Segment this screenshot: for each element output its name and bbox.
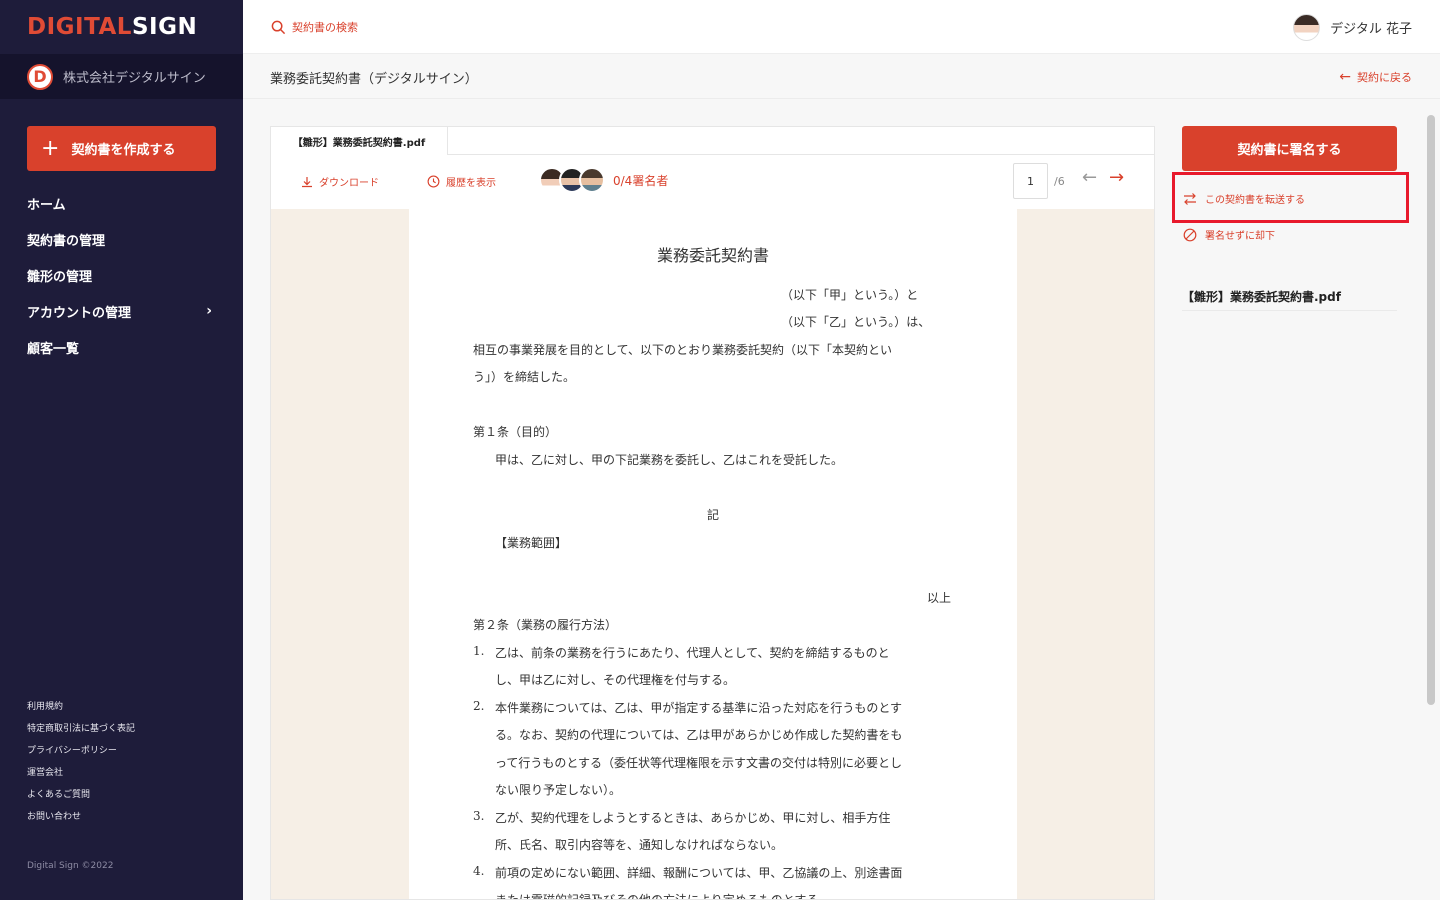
document-text: し、甲は乙に対し、その代理権を付与する。 xyxy=(495,673,736,687)
page-total: /6 xyxy=(1054,175,1065,188)
top-header: 契約書の検索 デジタル 花子 xyxy=(243,0,1440,54)
back-to-contract-link[interactable]: ← 契約に戻る xyxy=(1339,69,1412,85)
document-text: 甲は、乙に対し、甲の下記業務を委託し、乙はこれを受託した。 xyxy=(495,453,844,467)
document-heading: 第１条（目的） xyxy=(473,425,558,439)
download-label: ダウンロード xyxy=(319,178,379,189)
sidebar-item-home[interactable]: ホーム xyxy=(27,185,216,221)
company-badge-icon: D xyxy=(27,63,53,90)
clock-icon xyxy=(427,175,440,188)
document-text: る。なお、契約の代理については、乙は甲があらかじめ作成した契約書をも xyxy=(495,728,903,742)
footer-link-contact[interactable]: お問い合わせ xyxy=(27,810,135,832)
list-number: 3. xyxy=(473,809,485,823)
arrow-left-icon: ← xyxy=(1339,69,1351,85)
sidebar-item-label: 契約書の管理 xyxy=(27,233,106,249)
avatar xyxy=(1293,14,1321,41)
prohibited-icon xyxy=(1183,228,1197,241)
document-text: または電磁的記録及びその他の方法により定めるものとする。 xyxy=(495,893,831,900)
document-text: 本件業務については、乙は、甲が指定する基準に沿った対応を行うものとす xyxy=(495,701,903,715)
sidebar-item-label: ホーム xyxy=(27,197,66,213)
document-text: 前項の定めにない範囲、詳細、報酬については、甲、乙協議の上、別途書面 xyxy=(495,866,903,880)
document-toolbar: ダウンロード 履歴を表示 0/4署名者 /6 ← → xyxy=(271,155,1154,209)
footer-link-company[interactable]: 運営会社 xyxy=(27,766,135,788)
document-heading: 第２条（業務の履行方法） xyxy=(473,618,618,632)
forward-contract-button[interactable]: この契約書を転送する xyxy=(1183,191,1305,206)
transfer-icon xyxy=(1184,192,1196,205)
document-title: 業務委託契約書 xyxy=(657,246,770,265)
attached-file-item[interactable]: 【雛形】業務委託契約書.pdf xyxy=(1182,288,1397,311)
document-text: 乙は、前条の業務を行うにあたり、代理人として、契約を締結するものと xyxy=(495,646,890,660)
prev-page-arrow-icon[interactable]: ← xyxy=(1082,167,1097,188)
document-text: 記 xyxy=(707,508,720,522)
sidebar-nav: ホーム 契約書の管理 雛形の管理 アカウントの管理 › 顧客一覧 xyxy=(27,185,216,365)
sidebar-item-label: 雛形の管理 xyxy=(27,269,93,285)
user-name: デジタル 花子 xyxy=(1330,22,1412,37)
company-name: 株式会社デジタルサイン xyxy=(63,71,206,86)
document-subheader: 業務委託契約書（デジタルサイン） ← 契約に戻る xyxy=(243,54,1440,99)
list-number: 2. xyxy=(473,699,485,713)
footer-link-commerce-law[interactable]: 特定商取引法に基づく表記 xyxy=(27,722,135,744)
page-title: 業務委託契約書（デジタルサイン） xyxy=(270,72,478,87)
list-number: 1. xyxy=(473,644,485,658)
company-switcher[interactable]: D 株式会社デジタルサイン xyxy=(0,54,243,99)
document-text: （以下「甲」という。）と xyxy=(781,288,919,302)
contract-search-link[interactable]: 契約書の検索 xyxy=(271,19,358,35)
list-number: 4. xyxy=(473,864,485,878)
plus-icon: + xyxy=(41,135,60,161)
document-text: 乙が、契約代理をしようとするときは、あらかじめ、甲に対し、相手方住 xyxy=(495,811,891,825)
reject-contract-button[interactable]: 署名せずに却下 xyxy=(1183,227,1275,242)
history-label: 履歴を表示 xyxy=(446,178,496,189)
download-button[interactable]: ダウンロード xyxy=(301,174,379,189)
reject-label: 署名せずに却下 xyxy=(1205,231,1275,242)
footer-links: 利用規約 特定商取引法に基づく表記 プライバシーポリシー 運営会社 よくあるご質… xyxy=(27,700,135,832)
signers-count: 0/4署名者 xyxy=(613,173,669,188)
search-label: 契約書の検索 xyxy=(292,21,358,34)
tab-document[interactable]: 【雛形】業務委託契約書.pdf xyxy=(271,127,448,155)
document-text: （以下「乙」という。）は、 xyxy=(781,315,931,329)
forward-label: この契約書を転送する xyxy=(1205,195,1305,206)
footer-link-privacy[interactable]: プライバシーポリシー xyxy=(27,744,135,766)
copyright: Digital Sign ©2022 xyxy=(27,861,114,871)
page-scrollbar[interactable] xyxy=(1427,115,1435,705)
document-text: 所、氏名、取引内容等を、通知しなければならない。 xyxy=(495,838,784,852)
document-text: 相互の事業発展を目的として、以下のとおり業務委託契約（以下「本契約とい xyxy=(473,343,893,357)
document-text: って行うものとする（委任状等代理権限を示す文書の交付は特別に必要とし xyxy=(495,756,903,770)
footer-link-faq[interactable]: よくあるご質問 xyxy=(27,788,135,810)
document-text: 【業務範囲】 xyxy=(495,536,568,550)
history-button[interactable]: 履歴を表示 xyxy=(427,174,496,189)
signers-summary[interactable]: 0/4署名者 xyxy=(539,167,668,193)
document-text: ない限り予定しない）。 xyxy=(495,783,622,797)
sidebar-item-label: 顧客一覧 xyxy=(27,341,80,357)
footer-link-terms[interactable]: 利用規約 xyxy=(27,700,135,722)
sidebar-item-label: アカウントの管理 xyxy=(27,305,132,321)
sign-contract-button[interactable]: 契約書に署名する xyxy=(1182,126,1397,171)
avatar xyxy=(579,167,605,193)
document-canvas[interactable]: 業務委託契約書 （以下「甲」という。）と （以下「乙」という。）は、 相互の事業… xyxy=(271,209,1154,900)
next-page-arrow-icon[interactable]: → xyxy=(1109,167,1124,188)
user-menu[interactable]: デジタル 花子 xyxy=(1293,14,1412,41)
document-text: 以上 xyxy=(927,591,952,605)
logo-part-digital: DIGITAL xyxy=(27,14,132,40)
chevron-right-icon: › xyxy=(206,303,212,319)
search-icon xyxy=(271,20,286,34)
download-icon xyxy=(302,176,312,187)
document-viewer: 【雛形】業務委託契約書.pdf ダウンロード 履歴を表示 0/4署名者 /6 ←… xyxy=(270,126,1155,900)
document-text: う」）を締結した。 xyxy=(473,370,576,384)
document-page: 業務委託契約書 （以下「甲」という。）と （以下「乙」という。）は、 相互の事業… xyxy=(409,209,1017,900)
page-number-input[interactable] xyxy=(1013,163,1048,199)
create-contract-label: 契約書を作成する xyxy=(71,143,176,158)
sidebar-item-customers[interactable]: 顧客一覧 xyxy=(27,329,216,365)
logo-part-sign: SIGN xyxy=(131,14,198,40)
sidebar-item-contracts[interactable]: 契約書の管理 xyxy=(27,221,216,257)
create-contract-button[interactable]: + 契約書を作成する xyxy=(27,126,216,171)
back-label: 契約に戻る xyxy=(1357,71,1412,84)
sidebar-item-templates[interactable]: 雛形の管理 xyxy=(27,257,216,293)
sidebar: DIGITAL SIGN D 株式会社デジタルサイン + 契約書を作成する ホーム… xyxy=(0,0,243,900)
app-logo[interactable]: DIGITAL SIGN xyxy=(0,0,243,54)
sidebar-item-account[interactable]: アカウントの管理 › xyxy=(27,293,216,329)
